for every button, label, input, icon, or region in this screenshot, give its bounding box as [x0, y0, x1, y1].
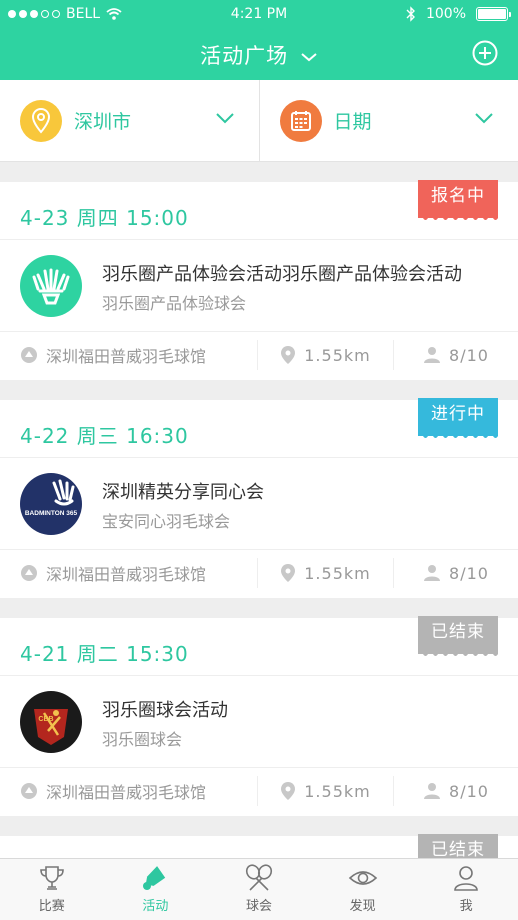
logo-text: BADMINTON 365: [25, 510, 78, 517]
person-icon: [424, 783, 441, 799]
club-logo: BADMINTON 365: [20, 473, 82, 535]
location-pin-icon: [281, 782, 296, 800]
chevron-down-icon: [301, 53, 317, 62]
event-card[interactable]: 4-21 周二 15:30 已结束 CBB 羽乐圈球会活动 羽乐圈球会 深圳福田…: [0, 616, 518, 816]
city-filter[interactable]: 深圳市: [0, 80, 259, 161]
nav-bar: 活动广场: [0, 30, 518, 80]
tab-me[interactable]: 我: [414, 859, 518, 920]
distance: 1.55km: [304, 563, 371, 583]
date-filter-label: 日期: [333, 111, 372, 133]
venue-icon: [21, 565, 37, 581]
event-title: 羽乐圈产品体验会活动羽乐圈产品体验会活动: [102, 264, 462, 285]
club-name: 羽乐圈球会: [102, 730, 183, 749]
city-selector[interactable]: 活动广场: [0, 40, 518, 70]
distance: 1.55km: [304, 345, 371, 365]
venue-icon: [21, 783, 37, 799]
event-card[interactable]: 4-23 周四 15:00 报名中 羽乐圈产品体验会活动羽乐圈产品体验会活动 羽…: [0, 180, 518, 380]
city-filter-label: 深圳市: [74, 111, 132, 133]
event-title: 羽乐圈球会活动: [102, 700, 228, 721]
trophy-icon: [39, 866, 64, 890]
participant-count: 8/10: [449, 781, 489, 801]
battery-percent: 100%: [425, 6, 466, 22]
calendar-icon: [279, 99, 322, 142]
person-icon: [424, 347, 441, 363]
venue-name: 深圳福田普威羽毛球馆: [46, 347, 207, 366]
tab-match[interactable]: 比赛: [0, 859, 104, 920]
tab-activity[interactable]: 活动: [104, 859, 208, 920]
club-name: 羽乐圈产品体验球会: [102, 294, 247, 313]
venue-name: 深圳福田普威羽毛球馆: [46, 783, 207, 802]
tab-club[interactable]: 球会: [207, 859, 311, 920]
tab-discover[interactable]: 发现: [311, 859, 415, 920]
location-pin-icon: [20, 99, 62, 142]
bluetooth-icon: [406, 6, 415, 22]
person-icon: [424, 565, 441, 581]
logo-text: CBB: [38, 716, 53, 723]
distance: 1.55km: [304, 781, 371, 801]
eye-icon: [348, 871, 377, 885]
chevron-down-icon: [475, 113, 493, 124]
club-logo: [20, 255, 82, 317]
event-card[interactable]: 4-22 周三 16:30 进行中 BADMINTON 365 深圳精英分享同心…: [0, 398, 518, 598]
status-bar: BELL 4:21 PM 100%: [0, 0, 518, 30]
participant-count: 8/10: [449, 563, 489, 583]
page-title: 活动广场: [200, 44, 289, 68]
location-pin-icon: [281, 346, 296, 364]
status-badge: 进行中: [418, 398, 498, 438]
filter-bar: 深圳市 日期: [0, 80, 518, 162]
status-badge: 报名中: [418, 180, 498, 220]
location-pin-icon: [281, 564, 296, 582]
battery-icon: [476, 7, 511, 21]
event-list: 4-23 周四 15:00 报名中 羽乐圈产品体验会活动羽乐圈产品体验会活动 羽…: [0, 180, 518, 876]
rackets-icon: [245, 864, 273, 891]
club-logo: CBB: [20, 691, 82, 753]
chevron-down-icon: [215, 113, 234, 124]
club-name: 宝安同心羽毛球会: [102, 512, 231, 531]
venue-name: 深圳福田普威羽毛球馆: [46, 565, 207, 584]
tab-bar: 比赛 活动 球会 发现 我: [0, 858, 518, 920]
event-title: 深圳精英分享同心会: [102, 482, 264, 503]
date-filter[interactable]: 日期: [258, 80, 518, 161]
status-badge: 已结束: [418, 616, 498, 656]
header: BELL 4:21 PM 100% 活动广场: [0, 0, 518, 80]
participant-count: 8/10: [449, 345, 489, 365]
add-icon[interactable]: [472, 40, 498, 66]
shuttlecock-icon: [143, 866, 166, 890]
venue-icon: [21, 347, 37, 363]
person-icon: [454, 866, 478, 891]
